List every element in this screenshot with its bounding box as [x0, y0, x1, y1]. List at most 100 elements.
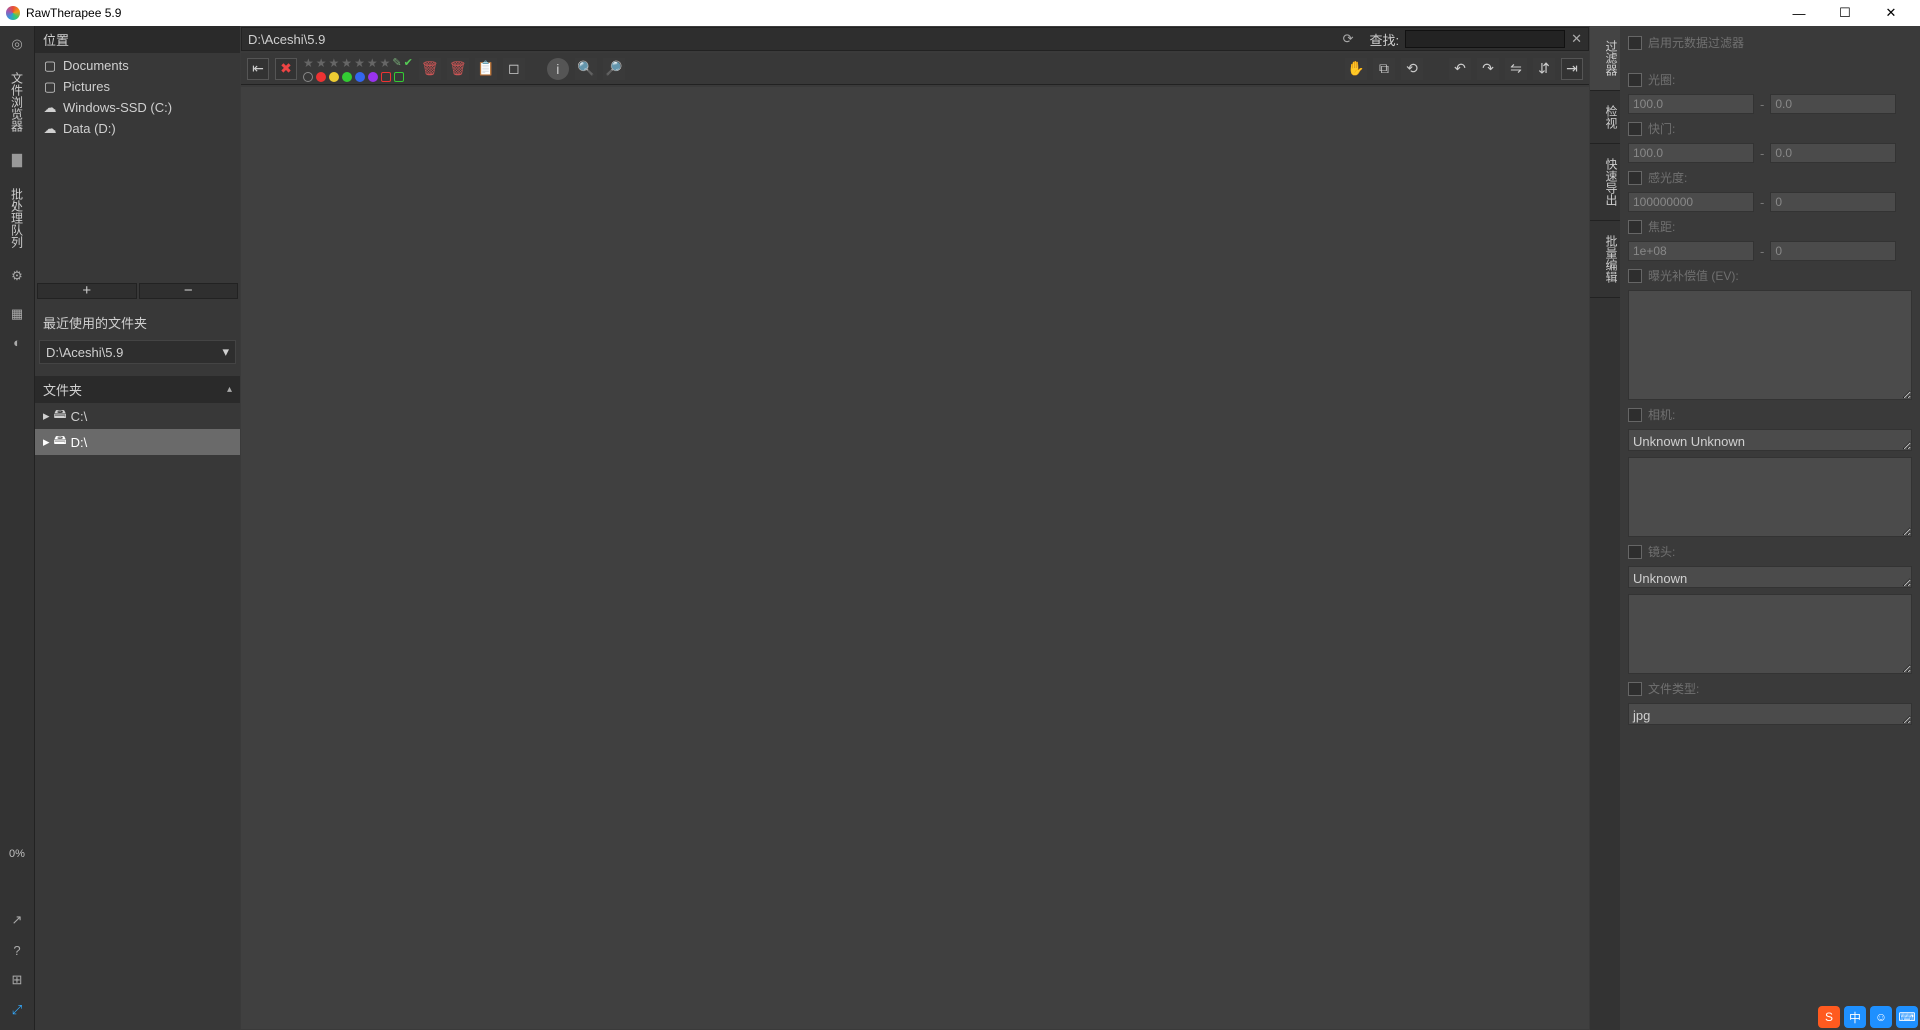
star-icon[interactable]: ★: [316, 56, 327, 70]
folder-icon[interactable]: ▇: [7, 150, 27, 170]
save-icon[interactable]: [381, 72, 391, 82]
place-drive-c[interactable]: ☁ Windows-SSD (C:): [35, 97, 240, 118]
straighten-icon[interactable]: ⟲: [1401, 58, 1423, 80]
edited-icon[interactable]: ✔: [404, 56, 413, 70]
tab-batch-edit[interactable]: 批量编辑: [1590, 221, 1620, 298]
info-icon[interactable]: i: [547, 58, 569, 80]
star-icon[interactable]: ★: [367, 56, 378, 70]
toggle-left-panel-button[interactable]: ⇤: [247, 58, 269, 80]
star-icon[interactable]: ★: [380, 56, 391, 70]
aperture-to-input[interactable]: [1770, 94, 1896, 114]
path-input[interactable]: [248, 32, 1343, 47]
zoom-out-icon[interactable]: 🔍: [575, 58, 597, 80]
label-green-icon[interactable]: [342, 72, 352, 82]
iso-checkbox[interactable]: [1628, 171, 1642, 185]
icc-icon[interactable]: ↗: [7, 910, 27, 930]
camera-checkbox[interactable]: [1628, 408, 1642, 422]
add-place-button[interactable]: +: [37, 283, 137, 299]
lens-extra[interactable]: [1628, 594, 1912, 674]
tab-batch-queue[interactable]: 批处理队列: [9, 178, 26, 258]
tray-sogou-icon[interactable]: S: [1818, 1006, 1840, 1028]
crop-icon[interactable]: ⧉: [1373, 58, 1395, 80]
shutter-from-input[interactable]: [1628, 143, 1754, 163]
help-icon[interactable]: ?: [7, 940, 27, 960]
save2-icon[interactable]: [394, 72, 404, 82]
iso-to-input[interactable]: [1770, 192, 1896, 212]
rotate-right-icon[interactable]: ↷: [1477, 58, 1499, 80]
tab-inspect[interactable]: 检视: [1590, 91, 1620, 144]
folder-c[interactable]: ▸ 🖴 C:\: [35, 403, 240, 429]
flip-v-icon[interactable]: ⇵: [1533, 58, 1555, 80]
expand-arrow-icon[interactable]: ▸: [43, 434, 50, 450]
hand-icon[interactable]: ✋: [1345, 58, 1367, 80]
flip-h-icon[interactable]: ⇋: [1505, 58, 1527, 80]
trash-icon[interactable]: 🗑: [419, 58, 441, 80]
thumbnail-area[interactable]: [241, 87, 1589, 1029]
star-icon[interactable]: ★: [354, 56, 365, 70]
tray-keyboard-icon[interactable]: ⌨: [1896, 1006, 1918, 1028]
window-minimize-button[interactable]: —: [1776, 0, 1822, 26]
zoom-in-icon[interactable]: 🔎: [603, 58, 625, 80]
color-label-filter[interactable]: [303, 72, 413, 82]
expand-arrow-icon[interactable]: ▸: [43, 408, 50, 424]
lens-value[interactable]: Unknown: [1628, 566, 1912, 588]
places-header[interactable]: 位置: [35, 26, 240, 53]
unedited-icon[interactable]: ✎: [392, 56, 401, 70]
place-pictures[interactable]: ▢ Pictures: [35, 76, 240, 97]
label-purple-icon[interactable]: [368, 72, 378, 82]
focal-from-input[interactable]: [1628, 241, 1754, 261]
aperture-from-input[interactable]: [1628, 94, 1754, 114]
fullscreen-icon[interactable]: ⤢: [7, 1000, 27, 1020]
editor-icon[interactable]: ▦: [7, 304, 27, 324]
recent-folder-combo[interactable]: D:\Aceshi\5.9 ▾: [39, 340, 236, 364]
tray-face-icon[interactable]: ☺: [1870, 1006, 1892, 1028]
window-close-button[interactable]: ✕: [1868, 0, 1914, 26]
label-none-icon[interactable]: [303, 72, 313, 82]
filetype-value[interactable]: jpg: [1628, 703, 1912, 725]
label-blue-icon[interactable]: [355, 72, 365, 82]
folders-header-label: 文件夹: [43, 380, 82, 399]
focal-checkbox[interactable]: [1628, 220, 1642, 234]
gear-icon[interactable]: ⚙: [7, 266, 27, 286]
place-documents[interactable]: ▢ Documents: [35, 55, 240, 76]
folder-d[interactable]: ▸ 🖴 D:\: [35, 429, 240, 455]
single-editor-icon[interactable]: ◎: [7, 34, 27, 54]
focal-to-input[interactable]: [1770, 241, 1896, 261]
window-maximize-button[interactable]: ☐: [1822, 0, 1868, 26]
ev-checkbox[interactable]: [1628, 269, 1642, 283]
grid-icon[interactable]: ⊞: [7, 970, 27, 990]
search-input[interactable]: [1405, 30, 1565, 48]
toggle-right-panel-button[interactable]: ⇥: [1561, 58, 1583, 80]
clipboard-icon[interactable]: 📋: [475, 58, 497, 80]
label-red-icon[interactable]: [316, 72, 326, 82]
aperture-icon[interactable]: ◐: [7, 332, 27, 352]
lens-checkbox[interactable]: [1628, 545, 1642, 559]
tray-ime-icon[interactable]: 中: [1844, 1006, 1866, 1028]
refresh-icon[interactable]: ⟳: [1343, 31, 1354, 47]
untrash-icon[interactable]: 🗑: [447, 58, 469, 80]
iso-from-input[interactable]: [1628, 192, 1754, 212]
star-icon[interactable]: ★: [329, 56, 340, 70]
shutter-to-input[interactable]: [1770, 143, 1896, 163]
remove-place-button[interactable]: −: [139, 283, 239, 299]
filetype-checkbox[interactable]: [1628, 682, 1642, 696]
enable-metadata-filter-checkbox[interactable]: [1628, 36, 1642, 50]
aperture-checkbox[interactable]: [1628, 73, 1642, 87]
star-icon[interactable]: ★: [303, 56, 314, 70]
rotate-left-icon[interactable]: ↶: [1449, 58, 1471, 80]
tab-fast-export[interactable]: 快速导出: [1590, 144, 1620, 221]
ev-textarea[interactable]: [1628, 290, 1912, 400]
shutter-checkbox[interactable]: [1628, 122, 1642, 136]
tab-file-browser[interactable]: 文件浏览器: [9, 62, 26, 142]
tab-filter[interactable]: 过滤器: [1590, 26, 1620, 91]
label-yellow-icon[interactable]: [329, 72, 339, 82]
clear-search-icon[interactable]: ✕: [1571, 31, 1582, 47]
original-icon[interactable]: ◻: [503, 58, 525, 80]
rating-filter[interactable]: ★ ★ ★ ★ ★ ★ ★ ✎ ✔: [303, 56, 413, 70]
camera-value[interactable]: Unknown Unknown: [1628, 429, 1912, 451]
place-drive-d[interactable]: ☁ Data (D:): [35, 118, 240, 139]
star-icon[interactable]: ★: [341, 56, 352, 70]
camera-extra[interactable]: [1628, 457, 1912, 537]
folders-header[interactable]: 文件夹 ▴: [35, 376, 240, 403]
clear-filters-button[interactable]: ✖: [275, 58, 297, 80]
